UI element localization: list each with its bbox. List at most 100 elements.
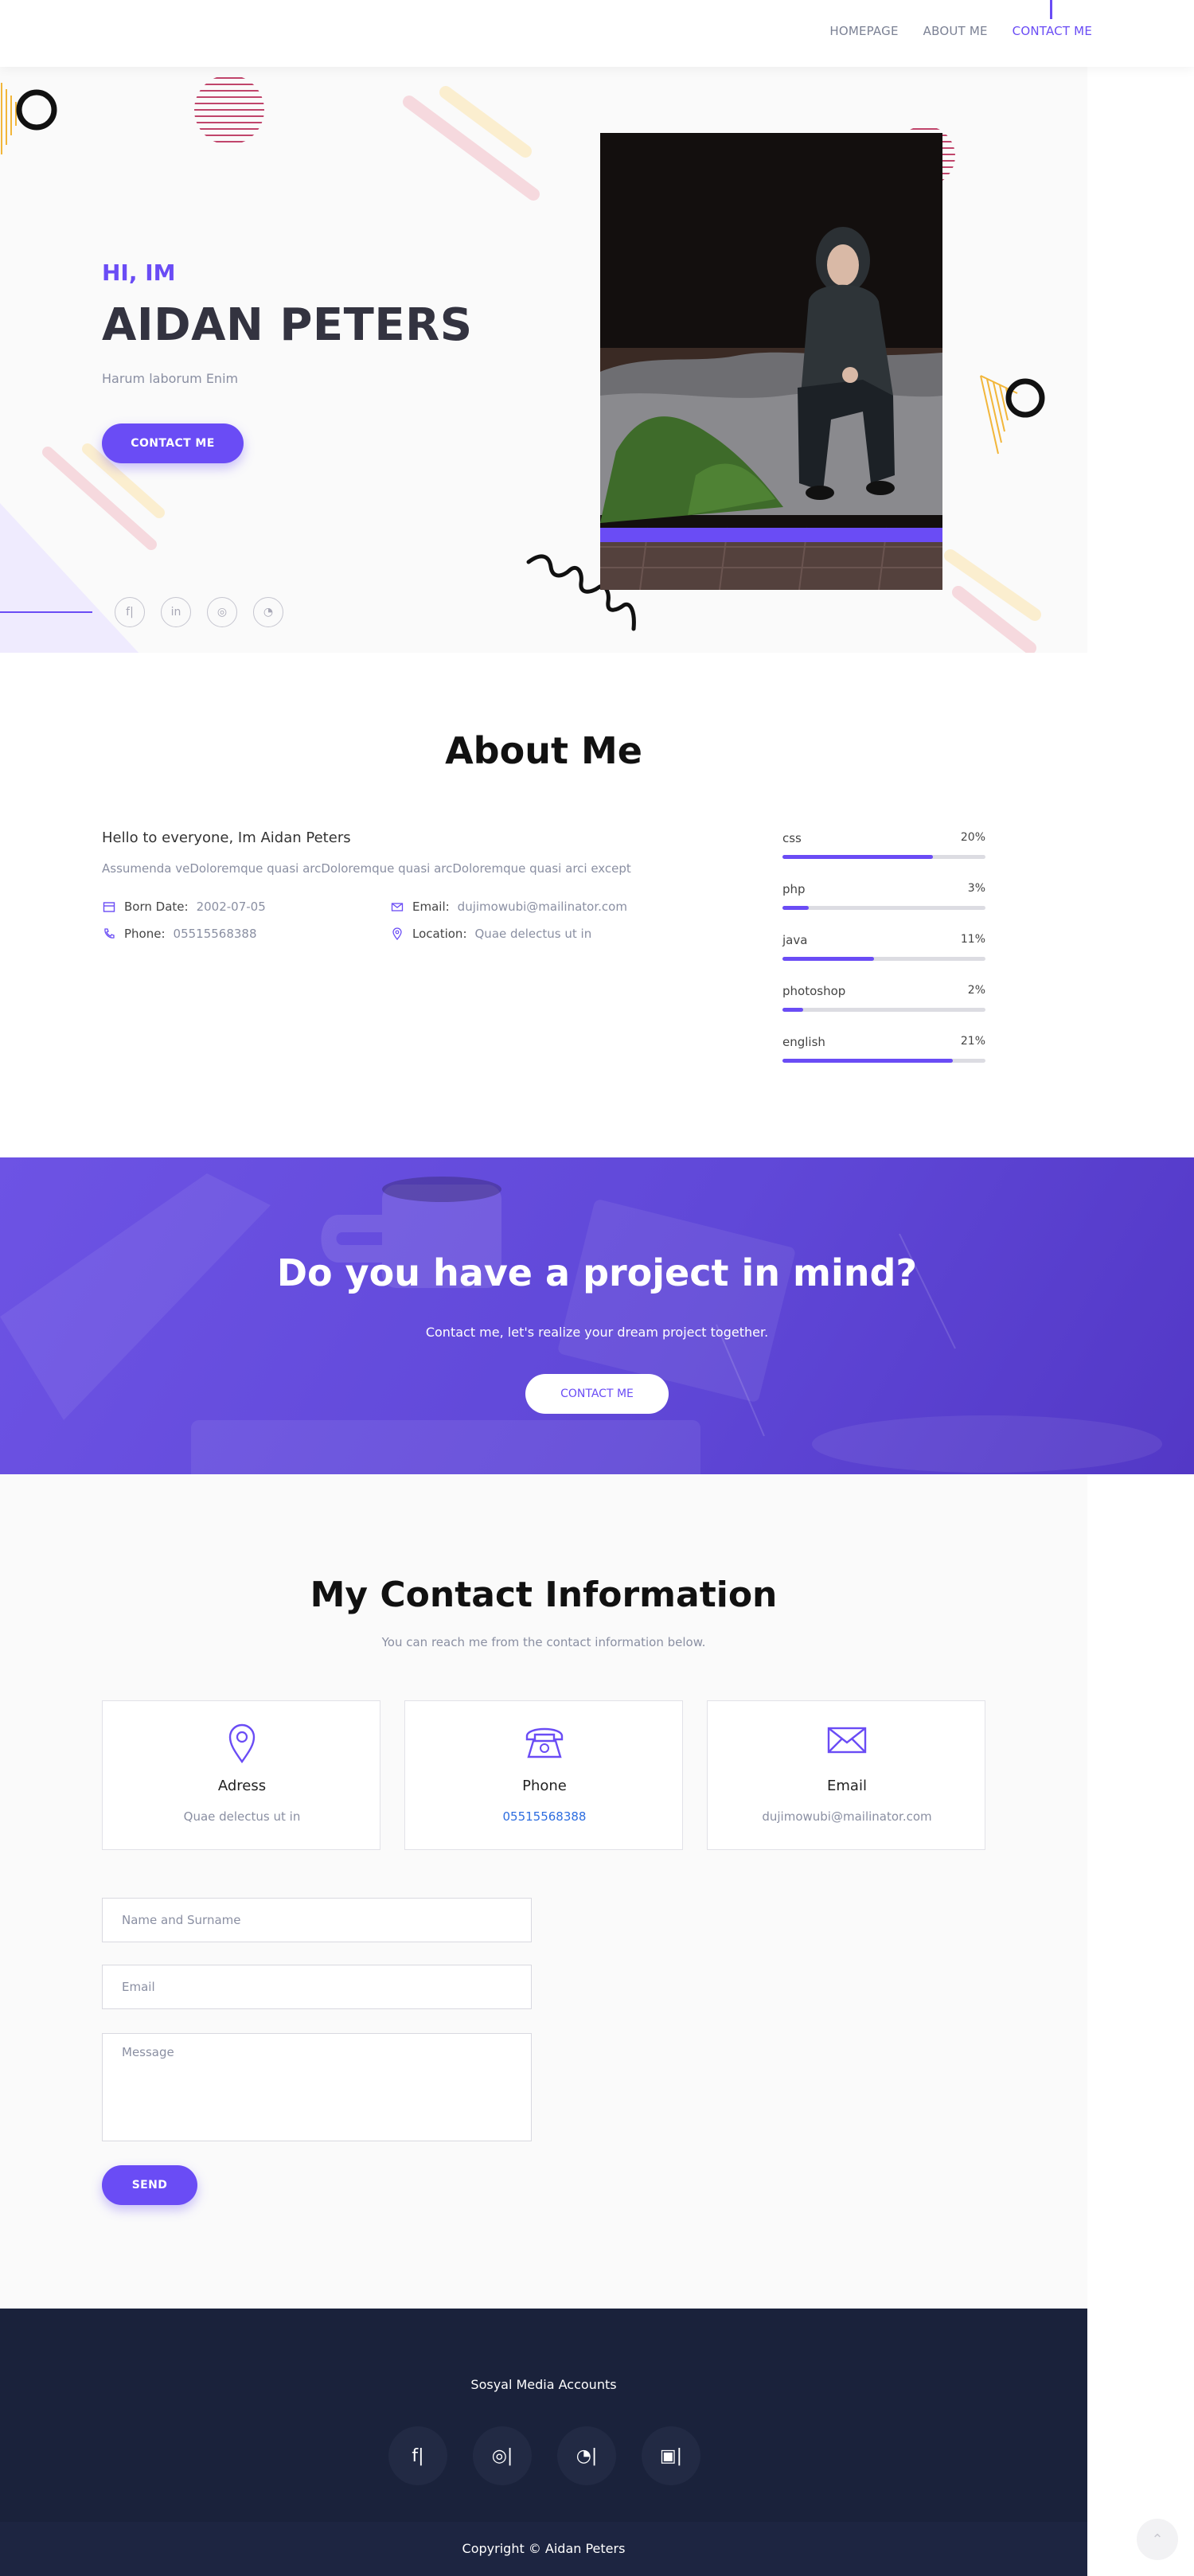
github-icon[interactable]: ◔ — [253, 597, 283, 627]
skill-percent: 2% — [967, 984, 985, 997]
social-divider-line — [0, 611, 92, 613]
skill-track — [782, 906, 985, 910]
deco-striped-circle-top — [194, 77, 264, 142]
about-hello-text: Hello to everyone, Im Aidan Peters — [102, 829, 351, 846]
deco-triangle-topleft — [1, 83, 57, 154]
copyright-text: Copyright © Aidan Peters — [0, 2522, 1087, 2576]
born-date-label: Born Date: — [124, 900, 189, 914]
cta-title: Do you have a project in mind? — [276, 1251, 918, 1294]
deco-purple-triangle — [0, 503, 139, 653]
name-input[interactable]: Name and Surname — [102, 1898, 532, 1942]
born-date-value: 2002-07-05 — [196, 900, 266, 914]
nav-active-indicator — [1050, 0, 1052, 19]
info-born-date: Born Date: 2002-07-05 — [102, 900, 266, 914]
footer-social-links: f| ◎| ◔| ▣| — [388, 2426, 700, 2485]
phone-icon — [102, 927, 116, 941]
contact-section: My Contact Information You can reach me … — [0, 1474, 1087, 2309]
location-label: Location: — [412, 927, 467, 941]
deco-triangle-right — [980, 375, 1045, 455]
linkedin-icon[interactable]: ▣| — [642, 2426, 700, 2485]
chevron-up-icon: ⌃ — [1151, 2531, 1164, 2548]
about-description: Assumenda veDoloremque quasi arcDoloremq… — [102, 861, 631, 876]
email-input[interactable]: Email — [102, 1965, 532, 2009]
phone-label: Phone: — [124, 927, 166, 941]
phone-value: 05515568388 — [173, 927, 257, 941]
skill-item: english 21% — [782, 1035, 985, 1086]
top-header: HOMEPAGE ABOUT ME CONTACT ME — [0, 0, 1194, 67]
nav-contact-me[interactable]: CONTACT ME — [1013, 24, 1092, 38]
contact-card-address: Adress Quae delectus ut in — [102, 1700, 380, 1850]
hero-name: AIDAN PETERS — [102, 299, 473, 351]
hero-tagline: Harum laborum Enim — [102, 371, 239, 386]
nav-about-me[interactable]: ABOUT ME — [923, 24, 988, 38]
profile-photo-illustration — [600, 133, 942, 590]
hero-social-links: f| in ◎ ◔ — [115, 597, 283, 627]
skill-item: php 3% — [782, 882, 985, 933]
location-pin-icon — [390, 927, 404, 941]
card-title: Adress — [217, 1778, 267, 1794]
hero-section: HI, IM AIDAN PETERS Harum laborum Enim C… — [0, 67, 1087, 653]
skill-name: php — [782, 882, 806, 896]
facebook-icon[interactable]: f| — [388, 2426, 447, 2485]
skills-list: css 20% php 3% java 11% photoshop 2% eng… — [782, 831, 985, 1086]
about-section: About Me Hello to everyone, Im Aidan Pet… — [0, 653, 1087, 1157]
skill-track — [782, 957, 985, 961]
info-phone: Phone: 05515568388 — [102, 927, 257, 941]
hero-greeting: HI, IM — [102, 260, 176, 286]
main-nav: HOMEPAGE ABOUT ME CONTACT ME — [829, 24, 1092, 38]
cta-contact-button[interactable]: CONTACT ME — [525, 1374, 669, 1414]
envelope-icon — [390, 900, 404, 914]
email-value: dujimowubi@mailinator.com — [457, 900, 627, 914]
skill-fill — [782, 1059, 954, 1063]
info-location: Location: Quae delectus ut in — [390, 927, 591, 941]
scroll-to-top-button[interactable]: ⌃ — [1137, 2519, 1178, 2560]
deco-pills-bottom-right — [944, 549, 1041, 653]
site-footer: Sosyal Media Accounts f| ◎| ◔| ▣| Copyri… — [0, 2309, 1087, 2576]
card-title: Email — [827, 1778, 867, 1794]
skill-percent: 3% — [967, 882, 985, 895]
skill-fill — [782, 1008, 803, 1012]
message-textarea[interactable]: Message — [102, 2033, 532, 2141]
skill-name: css — [782, 831, 802, 845]
skill-track — [782, 855, 985, 859]
skill-percent: 20% — [960, 831, 985, 844]
send-button[interactable]: SEND — [102, 2165, 197, 2205]
contact-card-email: Email dujimowubi@mailinator.com — [707, 1700, 985, 1850]
skill-item: css 20% — [782, 831, 985, 882]
skill-item: photoshop 2% — [782, 984, 985, 1035]
skill-track — [782, 1059, 985, 1063]
github-icon[interactable]: ◔| — [557, 2426, 616, 2485]
card-value-link[interactable]: 05515568388 — [405, 1809, 684, 1824]
skill-name: english — [782, 1035, 825, 1049]
deco-pills-top — [403, 86, 540, 201]
card-value: Quae delectus ut in — [183, 1809, 301, 1824]
contact-title: My Contact Information — [310, 1575, 778, 1615]
footer-social-title: Sosyal Media Accounts — [470, 2377, 617, 2392]
location-pin-icon — [228, 1723, 256, 1763]
facebook-icon[interactable]: f| — [115, 597, 145, 627]
telephone-icon — [525, 1727, 564, 1758]
cta-subtitle: Contact me, let's realize your dream pro… — [425, 1325, 769, 1340]
email-label: Email: — [412, 900, 450, 914]
project-cta-section: Do you have a project in mind? Contact m… — [0, 1157, 1194, 1474]
skill-track — [782, 1008, 985, 1012]
card-title: Phone — [522, 1778, 567, 1794]
portfolio-page: HOMEPAGE ABOUT ME CONTACT ME HI, IM AIDA… — [0, 0, 1194, 2576]
contact-card-phone: Phone 05515568388 — [404, 1700, 683, 1850]
instagram-icon[interactable]: ◎ — [207, 597, 237, 627]
envelope-icon — [827, 1727, 867, 1754]
about-title: About Me — [445, 729, 642, 772]
linkedin-icon[interactable]: in — [161, 597, 191, 627]
hero-contact-button[interactable]: CONTACT ME — [102, 423, 244, 463]
contact-subtitle: You can reach me from the contact inform… — [381, 1635, 706, 1649]
location-value: Quae delectus ut in — [474, 927, 592, 941]
skill-item: java 11% — [782, 933, 985, 984]
skill-percent: 21% — [960, 1035, 985, 1048]
desk-background-illustration — [0, 1173, 1162, 1474]
instagram-icon[interactable]: ◎| — [473, 2426, 532, 2485]
card-value: dujimowubi@mailinator.com — [762, 1809, 932, 1824]
skill-fill — [782, 906, 810, 910]
nav-homepage[interactable]: HOMEPAGE — [829, 24, 898, 38]
skill-name: java — [782, 933, 808, 947]
skill-percent: 11% — [960, 933, 985, 946]
